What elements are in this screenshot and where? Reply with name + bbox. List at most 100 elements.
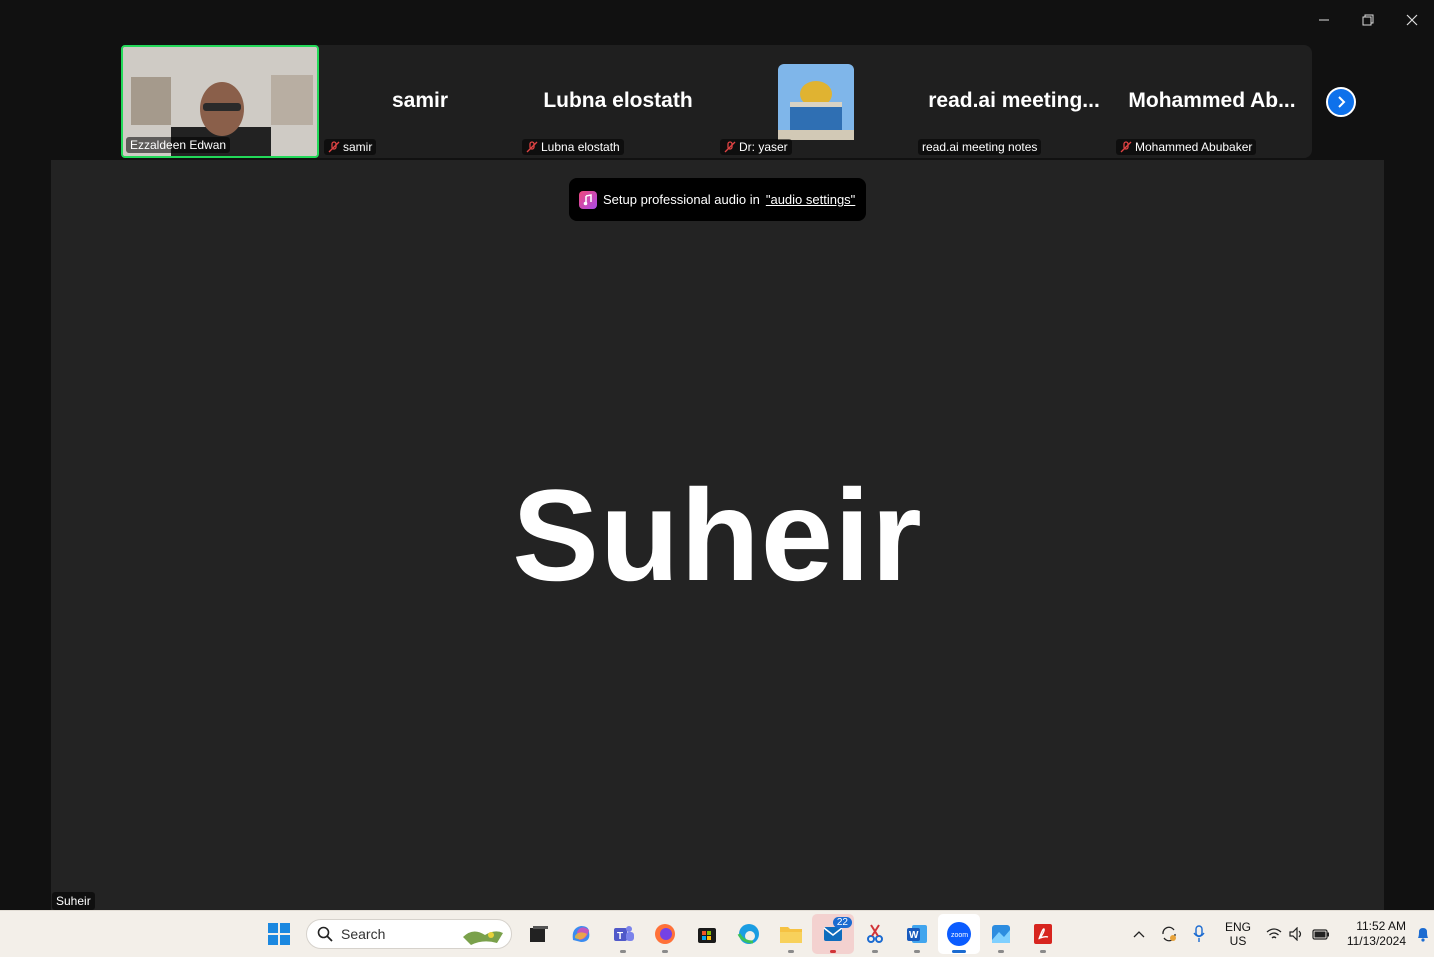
- muted-mic-icon: [328, 141, 340, 153]
- chevron-right-icon: [1338, 96, 1346, 108]
- zoom-icon: zoom: [947, 922, 971, 946]
- zoom-button[interactable]: zoom: [938, 914, 980, 954]
- search-icon: [317, 926, 333, 942]
- participant-tile-mohammed[interactable]: Mohammed Ab... Mohammed Abubaker: [1113, 45, 1311, 158]
- input-language-button[interactable]: ENG US: [1214, 920, 1262, 948]
- word-button[interactable]: W: [896, 914, 938, 954]
- participant-tile-dr-yaser[interactable]: Dr: yaser: [717, 45, 915, 158]
- system-tray: ENG US 11:52 AM 11/13/2024: [1124, 911, 1434, 957]
- dome-of-the-rock-avatar-icon: [778, 64, 854, 140]
- copilot-icon: [572, 926, 590, 942]
- photos-button[interactable]: [980, 914, 1022, 954]
- svg-text:T: T: [617, 931, 623, 942]
- sync-button[interactable]: [1154, 925, 1184, 943]
- running-indicator: [872, 950, 878, 953]
- task-view-button[interactable]: [518, 914, 560, 954]
- word-icon: W: [907, 925, 927, 943]
- running-indicator: [620, 950, 626, 953]
- participant-name: samir: [391, 89, 449, 112]
- muted-mic-icon: [724, 141, 736, 153]
- participant-name: Mohammed Ab...: [1128, 89, 1296, 112]
- taskbar: Search T 22 W zoom ENG US 11:52 AM 11/13…: [0, 910, 1434, 957]
- close-icon: [1406, 14, 1418, 26]
- show-hidden-icons-button[interactable]: [1124, 930, 1154, 938]
- edge-button[interactable]: [728, 914, 770, 954]
- participant-label: samir: [324, 139, 377, 155]
- svg-text:W: W: [909, 930, 919, 941]
- minimize-icon: [1319, 19, 1329, 21]
- firefox-icon: [655, 924, 675, 944]
- next-page-button[interactable]: [1326, 87, 1356, 117]
- notice-text: Setup professional audio in: [603, 192, 760, 207]
- participant-name: read.ai meeting...: [928, 89, 1100, 112]
- participant-label: Lubna elostath: [522, 139, 624, 155]
- search-placeholder: Search: [341, 926, 386, 942]
- participant-label: read.ai meeting notes: [918, 139, 1042, 155]
- participant-tile-lubna[interactable]: Lubna elostath Lubna elostath: [519, 45, 717, 158]
- windows-logo-icon: [268, 923, 290, 945]
- participant-name: Lubna elostath: [543, 89, 693, 112]
- firefox-button[interactable]: [644, 914, 686, 954]
- acrobat-icon: [1034, 924, 1052, 944]
- acrobat-button[interactable]: [1022, 914, 1064, 954]
- speaker-icon: [1289, 927, 1302, 941]
- running-indicator: [662, 950, 668, 953]
- snipping-tool-icon: [867, 924, 883, 943]
- chevron-up-icon: [1133, 931, 1145, 938]
- muted-mic-icon: [526, 141, 538, 153]
- muted-mic-icon: [1120, 141, 1132, 153]
- speaker-label: Suheir: [52, 892, 95, 910]
- search-highlight-icon: [463, 931, 503, 945]
- edge-icon: [737, 924, 759, 944]
- running-indicator: [788, 950, 794, 953]
- window-controls: [1302, 4, 1434, 36]
- outlook-button[interactable]: 22: [812, 914, 854, 954]
- wifi-icon: [1266, 928, 1282, 939]
- unread-badge: 22: [832, 917, 852, 928]
- running-indicator: [998, 950, 1004, 953]
- battery-button[interactable]: [1308, 928, 1334, 940]
- speaker-name: Suheir: [512, 462, 923, 608]
- volume-button[interactable]: [1286, 927, 1308, 941]
- snipping-tool-button[interactable]: [854, 914, 896, 954]
- audio-settings-notice: Setup professional audio in "audio setti…: [569, 178, 866, 221]
- participant-strip: Ezzaldeen Edwan samir samir Lubna elosta…: [121, 45, 1312, 158]
- battery-charging-icon: [1312, 929, 1329, 940]
- notifications-button[interactable]: [1412, 926, 1434, 942]
- music-note-icon: [579, 190, 597, 209]
- active-speaker-view: Suheir Suheir: [51, 160, 1384, 910]
- sync-icon: [1162, 926, 1176, 942]
- task-view-icon: [530, 926, 548, 942]
- running-indicator: [914, 950, 920, 953]
- teams-button[interactable]: T: [602, 914, 644, 954]
- restore-button[interactable]: [1346, 4, 1390, 36]
- close-button[interactable]: [1390, 4, 1434, 36]
- participant-tile-ezzaldeen[interactable]: Ezzaldeen Edwan: [121, 45, 319, 158]
- microphone-button[interactable]: [1184, 925, 1214, 943]
- active-indicator: [952, 950, 966, 953]
- svg-text:zoom: zoom: [951, 932, 968, 939]
- participant-label: Dr: yaser: [720, 139, 792, 155]
- bell-icon: [1418, 928, 1428, 942]
- file-explorer-button[interactable]: [770, 914, 812, 954]
- store-button[interactable]: [686, 914, 728, 954]
- audio-settings-link[interactable]: "audio settings": [766, 192, 855, 207]
- folder-icon: [780, 927, 802, 943]
- participant-label: Ezzaldeen Edwan: [126, 137, 231, 153]
- taskbar-search[interactable]: Search: [306, 919, 512, 949]
- minimize-button[interactable]: [1302, 4, 1346, 36]
- wifi-button[interactable]: [1262, 927, 1286, 941]
- participant-tile-samir[interactable]: samir samir: [321, 45, 519, 158]
- photos-icon: [992, 925, 1010, 943]
- start-button[interactable]: [258, 914, 300, 954]
- restore-icon: [1362, 14, 1374, 26]
- microsoft-store-icon: [698, 928, 716, 943]
- participant-tile-readai[interactable]: read.ai meeting... read.ai meeting notes: [915, 45, 1113, 158]
- running-indicator: [830, 950, 836, 953]
- teams-icon: T: [614, 926, 634, 942]
- microphone-icon: [1193, 925, 1205, 942]
- copilot-button[interactable]: [560, 914, 602, 954]
- participant-label: Mohammed Abubaker: [1116, 139, 1257, 155]
- clock[interactable]: 11:52 AM 11/13/2024: [1334, 919, 1406, 949]
- running-indicator: [1040, 950, 1046, 953]
